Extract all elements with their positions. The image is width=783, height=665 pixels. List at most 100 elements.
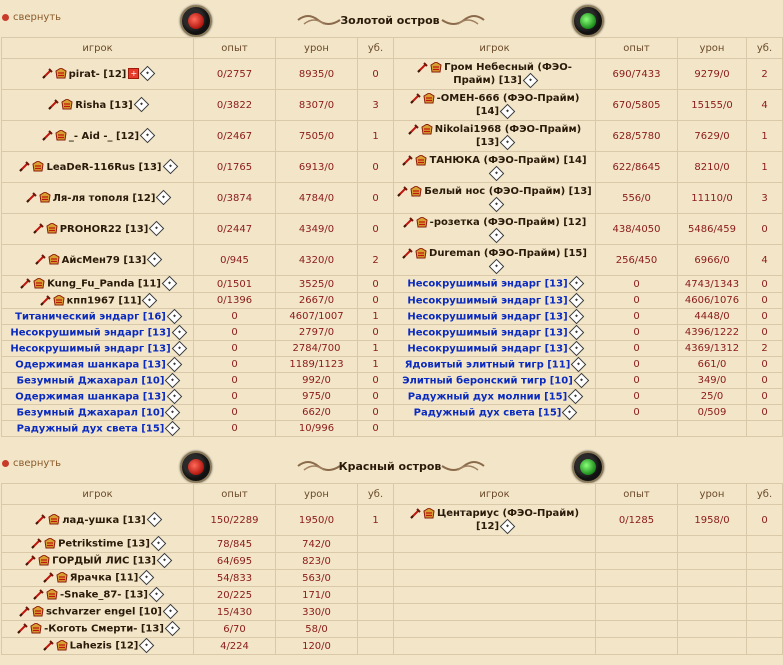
monster-name[interactable]: Несокрушимый эндарг [13] — [407, 327, 567, 338]
info-icon[interactable] — [499, 518, 516, 534]
monster-name[interactable]: Радужный дух света [15] — [414, 407, 562, 418]
player-name[interactable]: Dureman (ФЭО-Прайм) [15] — [429, 248, 587, 259]
sword-icon — [48, 99, 59, 110]
player-name[interactable]: Kung_Fu_Panda [11] — [47, 279, 161, 290]
monster-name[interactable]: Одержимая шанкара [13] — [15, 391, 166, 402]
player-name[interactable]: schvarzer engel [10] — [46, 607, 162, 618]
player-name[interactable]: ТАНЮКА (ФЭО-Прайм) [14] — [429, 155, 586, 166]
monster-name[interactable]: Ядовитый элитный тигр [11] — [405, 359, 571, 370]
info-icon[interactable] — [568, 325, 584, 340]
player-name[interactable]: -розетка (ФЭО-Прайм) [12] — [430, 217, 587, 228]
info-icon[interactable] — [568, 341, 584, 356]
player-cell — [393, 586, 596, 604]
exp-cell: 0 — [193, 308, 276, 325]
info-icon[interactable] — [165, 373, 181, 388]
rank-icon — [56, 640, 68, 651]
info-icon[interactable] — [488, 258, 504, 274]
monster-name[interactable]: Радужный дух молнии [15] — [408, 391, 567, 402]
info-icon[interactable] — [166, 357, 183, 372]
info-icon[interactable] — [165, 405, 181, 420]
info-icon[interactable] — [138, 570, 155, 586]
info-icon[interactable] — [156, 553, 173, 569]
damage-cell: 10/996 — [275, 420, 358, 437]
player-name[interactable]: Гром Небесный (ФЭО-Прайм) [13] — [444, 62, 572, 86]
info-icon[interactable] — [562, 405, 578, 420]
info-icon[interactable] — [156, 189, 172, 206]
player-name[interactable]: ГОРДЫЙ ЛИС [13] — [52, 556, 156, 567]
info-icon[interactable] — [133, 96, 150, 113]
player-name[interactable]: Ля-ля тополя [12] — [53, 193, 156, 204]
sword-icon — [417, 61, 428, 73]
info-icon[interactable] — [142, 293, 158, 308]
player-name[interactable]: Ярачка [11] — [70, 573, 139, 584]
sword-icon — [42, 640, 54, 651]
player-name[interactable]: PROHOR22 [13] — [60, 224, 149, 235]
info-icon[interactable] — [146, 511, 163, 528]
exp-cell: 4/224 — [193, 637, 276, 655]
info-icon[interactable] — [162, 158, 178, 175]
info-icon[interactable] — [149, 220, 165, 237]
monster-name[interactable]: Одержимая шанкара [13] — [15, 359, 166, 370]
info-icon[interactable] — [488, 165, 504, 181]
monster-name[interactable]: Несокрушимый эндарг [13] — [10, 327, 170, 338]
info-icon[interactable] — [567, 389, 584, 404]
info-icon[interactable] — [166, 309, 183, 324]
info-icon[interactable] — [522, 72, 539, 88]
info-icon[interactable] — [161, 276, 178, 292]
info-icon[interactable] — [147, 251, 163, 268]
exp-cell: 438/4050 — [595, 213, 678, 245]
info-icon[interactable] — [573, 373, 590, 388]
column-header: опыт — [193, 483, 276, 505]
table-row: кпп1967 [11] 0/1396 2667/0 0 Несокрушимый эн… — [1, 292, 783, 309]
info-icon[interactable] — [162, 604, 179, 620]
info-icon[interactable] — [140, 65, 156, 82]
info-icon[interactable] — [164, 621, 181, 637]
kills-cell — [746, 420, 783, 437]
monster-name[interactable]: Титанический эндарг [16] — [15, 311, 166, 322]
player-cell: Ярачка [11] — [1, 569, 194, 587]
info-icon[interactable] — [488, 196, 504, 212]
player-name[interactable]: Lahezis [12] — [70, 641, 139, 652]
info-icon[interactable] — [171, 325, 187, 340]
info-icon[interactable] — [570, 357, 587, 372]
damage-cell: 15155/0 — [677, 89, 747, 121]
info-icon[interactable] — [139, 127, 156, 144]
damage-cell: 0/509 — [677, 404, 747, 421]
column-header: уб. — [746, 483, 783, 505]
info-icon[interactable] — [171, 341, 187, 356]
player-name[interactable]: Petrikstime [13] — [58, 539, 150, 550]
player-name[interactable]: _- Aid -_ [12] — [69, 131, 139, 142]
player-name[interactable]: -Snake_87- [13] — [60, 590, 148, 601]
player-name[interactable]: LeaDeR-116Rus [13] — [46, 162, 161, 173]
info-icon[interactable] — [499, 134, 516, 150]
info-icon[interactable] — [499, 103, 516, 119]
monster-name[interactable]: Несокрушимый эндарг [13] — [407, 311, 567, 322]
monster-name[interactable]: Несокрушимый эндарг [13] — [10, 343, 170, 354]
player-name[interactable]: кпп1967 [11] — [67, 295, 142, 306]
monster-name[interactable]: Безумный Джахарал [10] — [17, 375, 165, 386]
info-icon[interactable] — [568, 293, 584, 308]
monster-name[interactable]: Несокрушимый эндарг [13] — [407, 343, 567, 354]
info-icon[interactable] — [568, 309, 584, 324]
monster-name[interactable]: Безумный Джахарал [10] — [17, 407, 165, 418]
player-name[interactable]: лад-ушка [13] — [62, 515, 146, 526]
player-cell: Радужный дух молнии [15] — [393, 388, 596, 405]
player-name[interactable]: Risha [13] — [75, 100, 133, 111]
info-icon[interactable] — [165, 421, 181, 436]
player-name[interactable]: Белый нос (ФЭО-Прайм) [13] — [424, 186, 592, 197]
info-icon[interactable] — [568, 276, 584, 292]
monster-name[interactable]: Элитный беронский тигр [10] — [402, 375, 573, 386]
monster-name[interactable]: Несокрушимый эндарг [13] — [407, 279, 567, 290]
monster-name[interactable]: Радужный дух света [15] — [17, 423, 165, 434]
player-cell: Гром Небесный (ФЭО-Прайм) [13] — [393, 58, 596, 90]
info-icon[interactable] — [148, 587, 165, 603]
info-icon[interactable] — [488, 227, 504, 243]
player-name[interactable]: -Коготь Смерти- [13] — [44, 624, 164, 635]
info-icon[interactable] — [150, 536, 167, 552]
monster-name[interactable]: Несокрушимый эндарг [13] — [407, 295, 567, 306]
player-name[interactable]: pirat- [12] — [69, 69, 127, 80]
exp-cell: 0 — [595, 340, 678, 357]
player-name[interactable]: АйсМен79 [13] — [62, 255, 147, 266]
info-icon[interactable] — [166, 389, 183, 404]
info-icon[interactable] — [139, 638, 155, 654]
